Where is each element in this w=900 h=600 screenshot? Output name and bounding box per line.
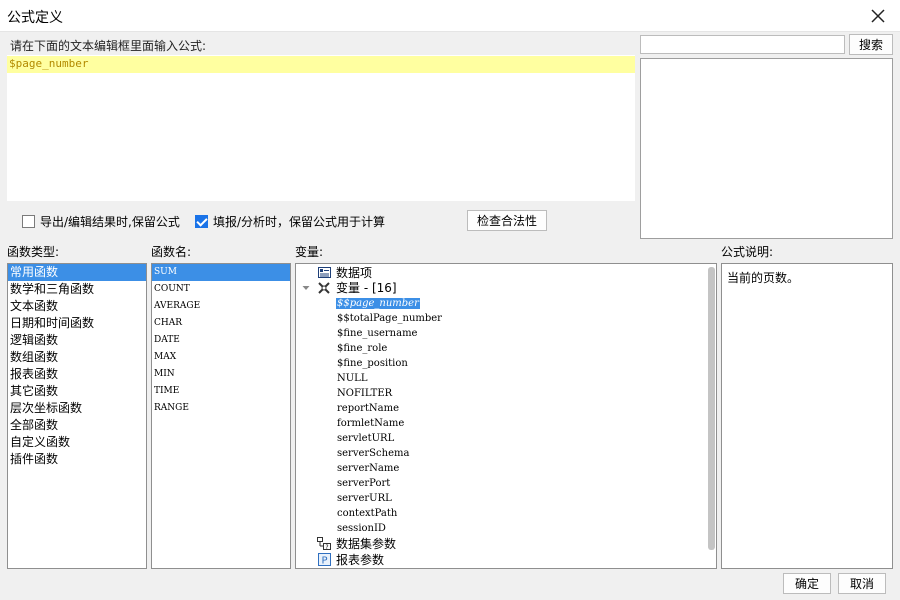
variable-item[interactable]: $fine_role [336,341,388,356]
variable-item[interactable]: $$page_number [336,296,420,311]
variable-item[interactable]: serverSchema [336,446,410,461]
fill-keep-formula-label: 填报/分析时，保留公式用于计算 [213,215,386,229]
function-name-item[interactable]: TIME [152,383,290,400]
variable-item-label: sessionID [337,523,386,534]
variable-item-label: $$totalPage_number [337,313,442,324]
variable-item[interactable]: $fine_position [336,356,409,371]
function-type-item[interactable]: 数组函数 [8,349,146,366]
function-type-item[interactable]: 日期和时间函数 [8,315,146,332]
function-name-item[interactable]: AVERAGE [152,298,290,315]
report-params-label: 报表参数 [336,553,385,567]
function-name-item[interactable]: CHAR [152,315,290,332]
function-names-list[interactable]: SUM COUNT AVERAGE CHAR DATE MAX MIN TIME RANGE [151,263,291,569]
function-name-item[interactable]: MAX [152,349,290,366]
function-type-item[interactable]: 全部函数 [8,417,146,434]
tree-node-variables[interactable]: 变量 - [16] [300,280,397,295]
variable-item[interactable]: serverPort [336,476,391,491]
function-type-item[interactable]: 其它函数 [8,383,146,400]
editor-instruction: 请在下面的文本编辑框里面输入公式: [10,39,207,53]
variable-item-label: $$page_number [336,298,420,309]
function-type-item[interactable]: 层次坐标函数 [8,400,146,417]
variable-item-label: $fine_position [337,358,408,369]
tree-node-data-item[interactable]: 数据项 [317,265,372,280]
export-keep-formula-option[interactable]: 导出/编辑结果时,保留公式 [22,213,180,230]
function-name-item[interactable]: RANGE [152,400,290,417]
variable-item-label: NOFILTER [337,388,393,399]
function-types-list[interactable]: 常用函数 数学和三角函数 文本函数 日期和时间函数 逻辑函数 数组函数 报表函数 其它函数 层次… [7,263,147,569]
function-type-item[interactable]: 插件函数 [8,451,146,468]
list-icon [317,266,331,279]
variable-item[interactable]: NOFILTER [336,386,393,401]
svg-text:P: P [321,556,327,567]
function-type-item[interactable]: 文本函数 [8,298,146,315]
function-type-item[interactable]: 逻辑函数 [8,332,146,349]
variable-item-label: formletName [337,418,405,429]
variable-item-label: $fine_role [337,343,388,354]
variable-item[interactable]: $fine_username [336,326,418,341]
variable-item-label: reportName [337,403,400,414]
function-types-label: 函数类型: [7,245,60,259]
function-name-item[interactable]: MIN [152,366,290,383]
variable-item-label: contextPath [337,508,398,519]
cancel-button[interactable]: 取消 [838,573,886,594]
variable-item[interactable]: serverName [336,461,400,476]
variable-item[interactable]: $$totalPage_number [336,311,443,326]
variable-item-label: serverPort [337,478,391,489]
close-icon [871,9,885,23]
variable-item[interactable]: servletURL [336,431,395,446]
export-keep-formula-checkbox[interactable] [22,215,35,228]
variable-icon [317,281,331,294]
close-button[interactable] [866,4,890,28]
function-type-item[interactable]: 数学和三角函数 [8,281,146,298]
title-bar: 公式定义 [0,0,900,32]
dataset-params-label: 数据集参数 [336,537,397,551]
chevron-down-icon[interactable] [300,281,312,294]
description-panel: 当前的页数。 [721,263,893,569]
variable-group-label: 变量 - [16] [336,281,397,295]
search-input[interactable] [640,35,845,54]
fill-keep-formula-option[interactable]: 填报/分析时，保留公式用于计算 [195,213,385,230]
function-name-item[interactable]: COUNT [152,281,290,298]
variables-scrollbar[interactable] [708,267,715,550]
function-name-item[interactable]: SUM [152,264,290,281]
variable-item[interactable]: serverURL [336,491,393,506]
function-type-item[interactable]: 报表函数 [8,366,146,383]
report-param-icon: P [317,553,331,566]
formula-editor[interactable]: $page_number [7,55,635,201]
tree-node-report-params[interactable]: P 报表参数 [317,552,384,567]
check-validity-button[interactable]: 检查合法性 [467,210,547,231]
variable-item-label: serverURL [337,493,392,504]
function-names-label: 函数名: [151,245,192,259]
svg-text:?: ? [325,544,328,550]
variable-item[interactable]: formletName [336,416,405,431]
variable-item[interactable]: sessionID [336,521,387,536]
export-keep-formula-label: 导出/编辑结果时,保留公式 [40,215,180,229]
function-type-item[interactable]: 自定义函数 [8,434,146,451]
tree-node-dataset-params[interactable]: ? 数据集参数 [317,536,396,551]
description-text: 当前的页数。 [727,271,800,285]
variable-item-label: $fine_username [337,328,418,339]
variable-item-label: serverName [337,463,400,474]
window-title: 公式定义 [7,10,63,26]
dataset-param-icon: ? [317,537,331,550]
variable-item-label: NULL [337,373,368,384]
variables-tree[interactable]: 数据项 变量 - [16] $$page_number $$totalPage_n… [295,263,717,569]
variable-item-label: serverSchema [337,448,410,459]
function-type-item[interactable]: 常用函数 [8,264,146,281]
variable-item[interactable]: reportName [336,401,400,416]
search-button[interactable]: 搜索 [849,34,893,55]
search-results-list[interactable] [640,58,893,239]
function-name-item[interactable]: DATE [152,332,290,349]
variable-item[interactable]: NULL [336,371,368,386]
current-line-highlight [7,56,635,73]
ok-button[interactable]: 确定 [783,573,831,594]
description-label: 公式说明: [721,245,774,259]
formula-text[interactable]: $page_number [9,57,88,70]
fill-keep-formula-checkbox[interactable] [195,215,208,228]
variables-label: 变量: [295,245,324,259]
variable-item[interactable]: contextPath [336,506,398,521]
variable-item-label: servletURL [337,433,395,444]
